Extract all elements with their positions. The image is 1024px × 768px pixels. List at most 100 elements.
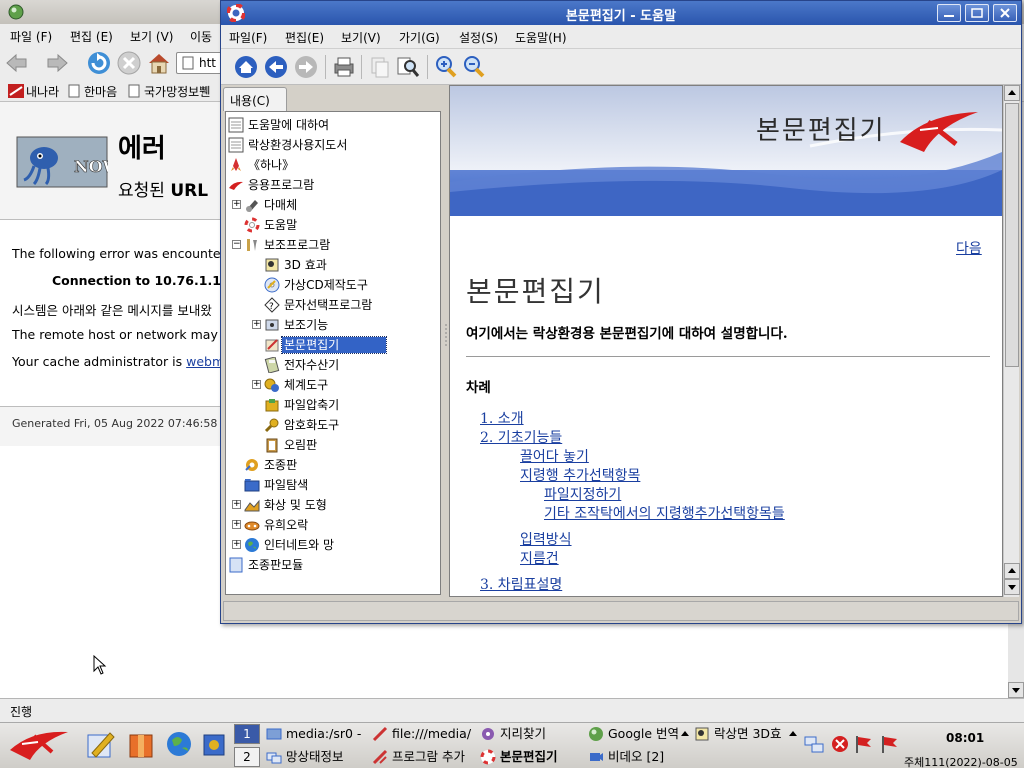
tree-item-label: 보조기능 [284, 318, 329, 332]
back-arrow-icon[interactable] [4, 50, 30, 76]
browser-menu-file[interactable]: 파일 (F) [10, 28, 52, 45]
close-button[interactable] [993, 4, 1017, 22]
help-menu-view[interactable]: 보기(V) [341, 29, 381, 46]
toc-link[interactable]: 파일지정하기 [544, 484, 621, 504]
disconnected-tray-icon[interactable] [830, 734, 850, 754]
expand-toggle[interactable]: + [232, 520, 241, 529]
toc-link[interactable]: 3. 차림표설명 [480, 574, 562, 594]
printer-icon[interactable] [331, 54, 357, 80]
workspace-1-button[interactable]: 1 [234, 724, 260, 744]
browser-menu-view[interactable]: 보기 (V) [130, 28, 173, 45]
expand-toggle[interactable]: + [232, 540, 241, 549]
status-text: 진행 [10, 705, 33, 719]
multimedia-icon [246, 200, 258, 212]
back-arrow-icon[interactable] [263, 54, 289, 80]
zoom-in-icon[interactable] [433, 54, 459, 80]
browser-icon [372, 726, 388, 742]
document-scrollbar[interactable] [1003, 85, 1020, 597]
bookmark-label: 내나라 [26, 85, 60, 99]
expand-toggle[interactable]: + [252, 380, 261, 389]
toc-link[interactable]: 2. 기초기능들 [480, 427, 562, 447]
copy-icon[interactable] [367, 54, 393, 80]
page-icon [228, 117, 244, 133]
help-window-titlebar[interactable]: 본문편집기 - 도움말 [221, 1, 1021, 25]
flag-tray-icon[interactable] [880, 734, 900, 754]
toc-link[interactable]: 지름건 [520, 548, 559, 568]
triangle-down-icon [1008, 585, 1016, 590]
browser-menu-edit[interactable]: 편집 (E) [70, 28, 113, 45]
minimize-button[interactable] [937, 4, 961, 22]
date: 주체111(2022)-08-05 [904, 756, 1018, 768]
error-admin-text: Your cache administrator is [12, 354, 183, 369]
page-icon [68, 84, 80, 98]
forward-arrow-icon[interactable] [44, 50, 70, 76]
page-icon [229, 557, 243, 573]
tree-item-label: 조종판 [264, 458, 298, 472]
toolbar-separator [427, 55, 428, 79]
help-menu-settings[interactable]: 설정(S) [459, 29, 498, 46]
clock[interactable]: 08:01 [946, 731, 984, 745]
task-label: 본문편집기 [500, 749, 558, 764]
toc-link[interactable]: 끌어다 놓기 [520, 446, 589, 466]
edit-pencil-icon[interactable] [84, 727, 116, 761]
help-menu-file[interactable]: 파일(F) [229, 29, 267, 46]
home-icon[interactable] [233, 54, 259, 80]
reload-icon[interactable] [86, 50, 112, 76]
flag-tray-icon[interactable] [854, 734, 874, 754]
page-icon [128, 84, 140, 98]
workspace-2-button[interactable]: 2 [234, 747, 260, 767]
maximize-button[interactable] [965, 4, 989, 22]
toolbar-separator [325, 55, 326, 79]
document-view: 본문편집기 다음 본문편집기 여기에서는 락상환경용 본문편집기에 대하여 설명… [449, 85, 1003, 597]
scroll-down-button[interactable] [1008, 682, 1024, 698]
collapse-toggle[interactable]: − [232, 240, 241, 249]
error-subtitle-text: 요청된 [118, 181, 165, 201]
toc-link[interactable]: 지령행 추가선택항목 [520, 465, 640, 485]
tree-item-label: 파일압축기 [284, 398, 340, 412]
close-icon [1000, 8, 1010, 18]
error-line: The remote host or network may b [12, 327, 230, 342]
expand-toggle[interactable]: + [232, 200, 241, 209]
error-line: The following error was encounter [12, 246, 226, 261]
forward-arrow-icon[interactable] [293, 54, 319, 80]
tree-item-label: 문자선택프로그람 [284, 298, 373, 312]
scrollbar-thumb[interactable] [1005, 103, 1019, 367]
help-menu-go[interactable]: 가기(G) [399, 29, 440, 46]
tree-item-label: 도움말 [264, 218, 298, 232]
app-logo-icon [229, 181, 243, 190]
expand-toggle[interactable]: + [232, 500, 241, 509]
system-settings-icon[interactable] [198, 727, 230, 761]
task-label: 지리찾기 [500, 726, 547, 741]
package-icon[interactable] [126, 727, 158, 761]
cd-icon [264, 277, 280, 293]
expand-toggle[interactable]: + [252, 320, 261, 329]
tree-item-label: 조종판모듈 [248, 558, 304, 572]
find-icon[interactable] [395, 54, 421, 80]
toc-link[interactable]: 기타 조작탁에서의 지령행추가선택항목들 [544, 503, 785, 523]
network-tray-icon[interactable] [804, 734, 824, 754]
task-label: 락상면 3D효 [714, 726, 782, 741]
scroll-up-arrow-icon[interactable] [680, 729, 690, 737]
home-icon[interactable] [146, 50, 172, 76]
toc-link[interactable]: 1. 소개 [480, 408, 524, 428]
stop-icon[interactable] [116, 50, 142, 76]
document-heading: 본문편집기 [466, 275, 605, 308]
zoom-out-icon[interactable] [461, 54, 487, 80]
toc-link[interactable]: 입력방식 [520, 529, 572, 549]
app-logo-icon [8, 84, 24, 98]
tab-contents[interactable]: 내용(C) [223, 87, 287, 111]
character-map-icon: ? [264, 297, 280, 313]
contents-tree[interactable]: 도움말에 대하여 락상환경사용지도서 《하나》 응용프로그람 + 다매체 도움말… [225, 111, 441, 595]
tools-icon [247, 239, 257, 251]
globe-icon[interactable] [164, 727, 196, 761]
scroll-up-button[interactable] [1004, 85, 1020, 101]
next-page-link[interactable]: 다음 [956, 238, 982, 258]
scroll-down-button[interactable] [1004, 579, 1020, 595]
start-menu-logo-icon[interactable] [8, 726, 70, 762]
help-menu-help[interactable]: 도움말(H) [515, 29, 567, 46]
error-admin-line: Your cache administrator is webma [12, 354, 232, 369]
help-menu-edit[interactable]: 편집(E) [285, 29, 324, 46]
scroll-up-button[interactable] [1004, 563, 1020, 579]
browser-menu-go[interactable]: 이동 [190, 28, 212, 45]
scroll-up-arrow-icon[interactable] [788, 729, 798, 737]
